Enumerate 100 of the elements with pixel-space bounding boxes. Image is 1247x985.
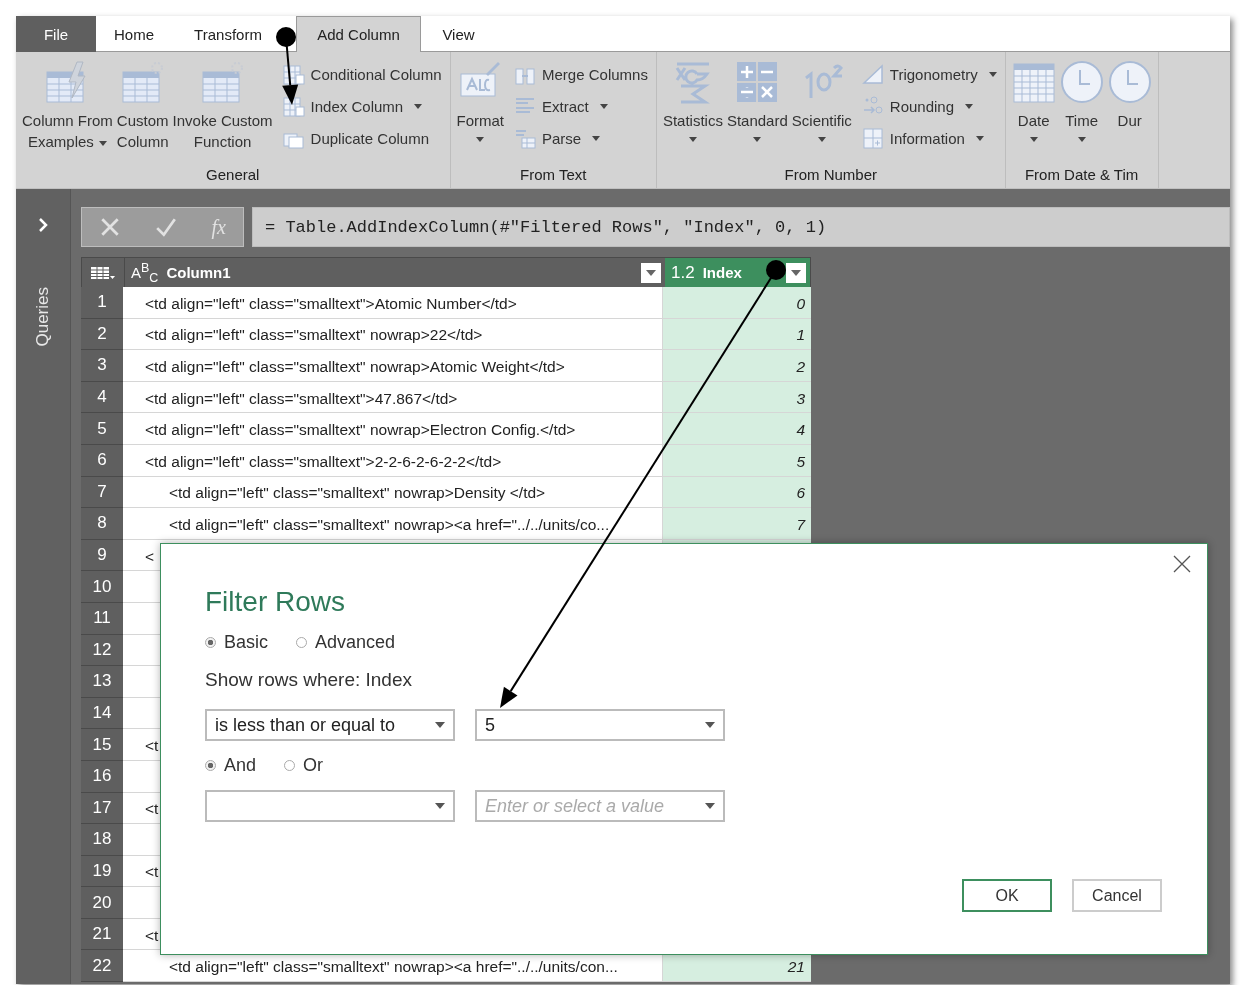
radio-option[interactable]: Basic [205,632,268,653]
row-number: 7 [81,476,123,509]
row-number: 18 [81,824,123,856]
caret-icon[interactable] [705,722,715,728]
ribbon-button[interactable]: Standard [724,58,790,166]
type-label: 1.2 [671,262,695,283]
table-cell: <td align="left" class="smalltext" nowrap><a href="../../units/co... [123,508,663,539]
table-cell: 7 [663,508,811,539]
ribbon-tab[interactable]: Transform [184,16,272,52]
group-label: From Date & Tim [1023,166,1140,185]
ok-button[interactable]: OK [962,879,1052,912]
ribbon-button[interactable]: Duplicate Column [278,122,446,154]
clock-icon [1059,60,1104,104]
row-number: 21 [81,918,123,951]
row-number: 13 [81,666,123,698]
row-number: 15 [81,729,123,761]
table-cell: <td align="left" class="smalltext" nowrap>Atomic Weight</td> [123,350,663,381]
expand-icon[interactable] [38,217,48,233]
row-number: 22 [81,950,123,983]
table-cell: <td align="left" class="smalltext">2-2-6-2-6-2-2</td> [123,444,663,476]
operator-dropdown[interactable]: is less than or equal to [205,709,455,741]
formula-field[interactable]: = Table.AddIndexColumn(#"Filtered Rows", "Index", 0, 1) [252,207,1230,247]
table-icon [200,60,245,104]
caret-icon[interactable] [705,803,715,809]
table-icon [282,63,305,85]
information-icon [861,127,884,149]
table-cell: 2 [663,350,811,381]
row-number: 17 [81,792,123,825]
column-name: Index [702,264,743,281]
column-header[interactable]: 1.2 Index [665,258,810,287]
group-label: General [205,166,261,185]
filter-button[interactable] [641,262,661,283]
value-dropdown[interactable]: 5 [475,709,725,741]
row-number: 4 [81,381,123,414]
ribbon-button[interactable]: Column From Examples [20,58,115,166]
ribbon-tab[interactable]: Add Column [296,16,421,52]
table-cell: 3 [663,381,811,413]
table-cell: 4 [663,413,811,444]
column-name: Column1 [166,264,232,281]
check-icon[interactable] [155,216,178,238]
ribbon-button[interactable]: Merge Columns [510,58,652,90]
row-number: 14 [81,697,123,730]
table-cell: <td align="left" class="smalltext" nowrap>Density </td> [123,476,663,508]
row-number: 9 [81,539,123,572]
ribbon-button[interactable]: Scientific [789,58,854,166]
row-number: 16 [81,760,123,793]
row-number: 1 [81,287,123,319]
table-icon [120,60,165,104]
row-number: 12 [81,634,123,667]
table-cell: 1 [663,318,811,350]
filter-prompt: Show rows where: Index [205,669,413,691]
table-cell: <td align="left" class="smalltext">Atomic Number</td> [123,287,663,318]
row-number: 8 [81,508,123,540]
cancel-button[interactable]: Cancel [1072,879,1162,912]
ribbon-button[interactable]: Dur [1105,58,1154,166]
table-cell: 6 [663,476,811,508]
pane-label: Queries [33,287,53,347]
table-cell: <td align="left" class="smalltext" nowrap>22</td> [123,318,663,350]
ribbon-button[interactable]: Statistics [660,58,725,166]
row-number: 19 [81,855,123,888]
ribbon-button[interactable]: Extract [510,90,652,122]
rounding-icon [861,95,884,117]
clock-icon [1107,60,1152,104]
calendar-icon [1011,60,1056,104]
table-cell: <td align="left" class="smalltext" nowrap>Electron Config.</td> [123,413,663,444]
ribbon-button[interactable]: Time [1057,58,1106,166]
ribbon-button[interactable]: Custom Column [114,58,171,166]
table-icon [90,265,116,280]
ribbon-tab[interactable]: File [16,16,96,52]
group-label: From Number [783,166,878,185]
ribbon-button[interactable]: Format [454,58,506,166]
row-number: 2 [81,318,123,351]
table-cell: 5 [663,444,811,476]
ribbon-button[interactable]: Invoke Custom Function [170,58,275,166]
table-cell: <td align="left" class="smalltext">47.867</td> [123,381,663,413]
dialog-title: Filter Rows [205,586,346,618]
ribbon-button[interactable]: Date [1009,58,1058,166]
row-number: 20 [81,887,123,919]
group-label: From Text [519,166,588,185]
caret-icon[interactable] [435,803,445,809]
close-icon[interactable] [1173,555,1191,573]
ribbon-button[interactable]: Rounding [857,90,1001,122]
table-icon [282,95,305,117]
filter-button[interactable] [786,262,806,283]
parse-icon [514,127,536,149]
row-number: 11 [81,602,123,635]
ribbon-button[interactable]: Information [857,122,1001,154]
row-number: 10 [81,571,123,603]
ribbon-button[interactable]: Trigonometry [857,58,1001,90]
row-number: 6 [81,444,123,477]
column-header[interactable]: A$^{B}$$_{C}$ Column1 [125,258,665,287]
table-cell: 0 [663,287,811,318]
ribbon-tab[interactable]: View [421,16,496,52]
row-number: 5 [81,413,123,445]
row-number: 3 [81,350,123,382]
triangle-icon [861,63,884,85]
value-dropdown[interactable]: Enter or select a value [475,790,725,822]
radio-option[interactable]: Advanced [296,632,396,653]
ribbon-tab[interactable]: Home [104,16,164,52]
ribbon-button[interactable]: Parse [510,122,652,154]
